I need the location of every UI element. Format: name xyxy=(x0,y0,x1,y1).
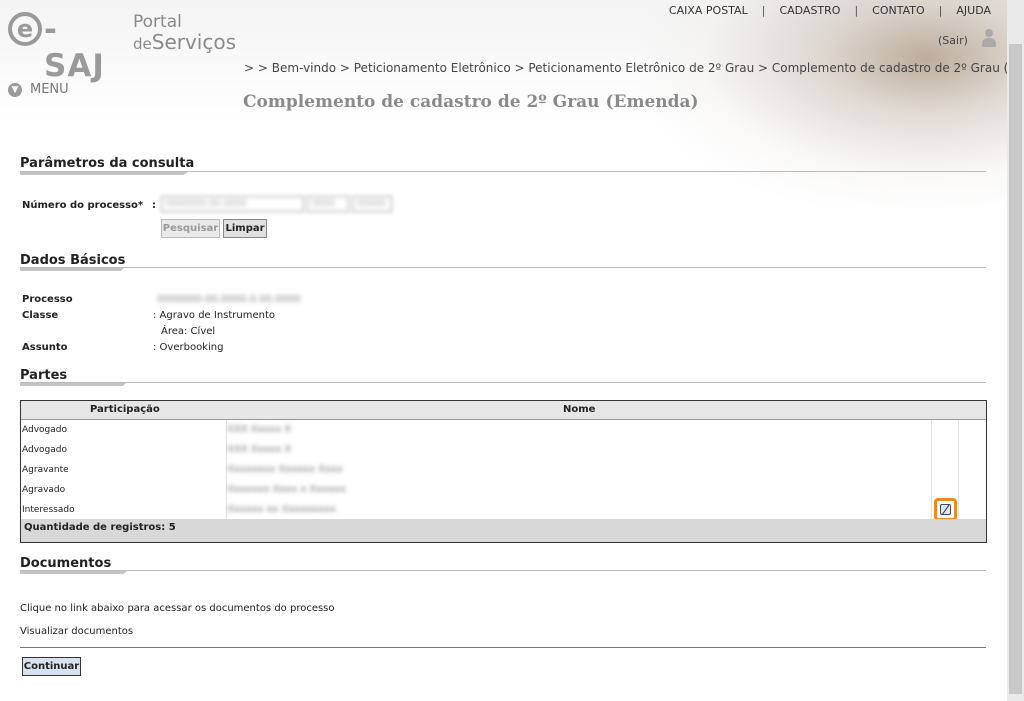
breadcrumb-peticionamento-2-grau[interactable]: > Peticionamento Eletrônico de 2º Grau xyxy=(515,61,755,75)
cell-participacao: Interessado xyxy=(22,505,75,515)
breadcrumb-current: > Complemento de cadastro de 2º Grau (Em… xyxy=(758,61,1024,75)
user-icon-body xyxy=(982,38,996,47)
breadcrumb: > > Bem-vindo > Peticionamento Eletrônic… xyxy=(244,61,1024,75)
nav-separator: | xyxy=(761,4,766,17)
cell-divider xyxy=(931,460,932,480)
page-title: Complemento de cadastro de 2º Grau (Emen… xyxy=(243,92,699,112)
table-header-row: Participação Nome xyxy=(21,401,986,420)
cell-nome: XXX Xxxxx X xyxy=(227,444,292,455)
scrollbar-thumb[interactable] xyxy=(1009,44,1022,694)
cell-nome: Xxxxxx xx Xxxxxxxxx xyxy=(227,504,336,515)
menu-label: MENU xyxy=(30,82,69,97)
footer-divider xyxy=(20,647,986,648)
cell-nome: Xxxxxxx Xxxx x Xxxxxx xyxy=(227,484,346,495)
column-header-participacao[interactable]: Participação xyxy=(90,404,160,415)
nav-cadastro[interactable]: CADASTRO xyxy=(779,4,840,17)
logo-portal: Portal xyxy=(133,12,182,32)
table-row: Advogado XXX Xxxxx X xyxy=(21,440,986,461)
nav-separator: | xyxy=(854,4,859,17)
cell-divider xyxy=(931,420,932,440)
logo-saj: -SAJ xyxy=(44,12,105,84)
table-row: Interessado Xxxxxx xx Xxxxxxxxx xyxy=(21,500,986,521)
section-divider xyxy=(20,570,986,571)
cell-nome: Xxxxxxxx Xxxxxx Xxxx xyxy=(227,464,343,475)
section-divider xyxy=(20,382,986,383)
cell-divider xyxy=(958,460,959,480)
classe-value: : Agravo de Instrumento xyxy=(153,310,276,321)
label-colon: : xyxy=(152,200,156,211)
record-count: Quantidade de registros: 5 xyxy=(24,522,176,533)
breadcrumb-bem-vindo[interactable]: > Bem-vindo xyxy=(258,61,336,75)
table-row: Agravado Xxxxxxx Xxxx x Xxxxxx xyxy=(21,480,986,501)
cell-participacao: Agravado xyxy=(22,485,66,495)
cell-divider xyxy=(931,440,932,460)
section-title-partes: Partes xyxy=(20,368,68,383)
nav-caixa-postal[interactable]: CAIXA POSTAL xyxy=(669,4,748,17)
nav-contato[interactable]: CONTATO xyxy=(872,4,924,17)
numero-processo-label: Número do processo* xyxy=(22,200,144,211)
classe-label: Classe xyxy=(22,310,59,321)
partes-table: Participação Nome Advogado XXX Xxxxx X A… xyxy=(20,400,987,543)
numero-processo-input[interactable] xyxy=(161,196,304,212)
processo-label: Processo xyxy=(22,294,73,305)
table-row: Agravante Xxxxxxxx Xxxxxx Xxxx xyxy=(21,460,986,481)
limpar-button[interactable]: Limpar xyxy=(223,219,267,238)
cell-participacao: Advogado xyxy=(22,425,67,435)
continuar-button[interactable]: Continuar xyxy=(22,657,81,676)
cell-divider xyxy=(958,440,959,460)
section-divider xyxy=(20,171,986,172)
processo-foro-input[interactable] xyxy=(352,196,392,212)
cell-participacao: Advogado xyxy=(22,445,67,455)
column-header-nome[interactable]: Nome xyxy=(563,404,595,415)
breadcrumb-peticionamento[interactable]: > Peticionamento Eletrônico xyxy=(340,61,511,75)
nav-separator: | xyxy=(938,4,943,17)
pesquisar-button[interactable]: Pesquisar xyxy=(161,219,220,238)
user-icon-head xyxy=(985,29,993,37)
section-title-parametros: Parâmetros da consulta xyxy=(20,156,195,171)
section-title-documentos: Documentos xyxy=(20,556,112,571)
edit-parte-button[interactable] xyxy=(934,498,957,521)
table-footer-row: Quantidade de registros: 5 xyxy=(21,519,986,542)
cell-divider xyxy=(931,480,932,500)
table-row: Advogado XXX Xxxxx X xyxy=(21,420,986,441)
cell-divider xyxy=(958,500,959,520)
visualizar-documentos-link[interactable]: Visualizar documentos xyxy=(20,626,133,637)
logo-e: e xyxy=(8,12,42,46)
logo-servicos-word: Serviços xyxy=(151,30,237,54)
cell-participacao: Agravante xyxy=(22,465,69,475)
logout-link[interactable]: (Sair) xyxy=(938,34,968,47)
breadcrumb-prefix: > xyxy=(244,61,255,75)
edit-icon xyxy=(940,504,951,515)
cell-divider xyxy=(931,500,932,520)
cell-divider xyxy=(958,420,959,440)
section-divider xyxy=(20,267,986,268)
menu-toggle[interactable]: ▼ MENU xyxy=(8,82,69,97)
logo-de: de xyxy=(133,35,152,53)
assunto-label: Assunto xyxy=(22,342,68,353)
chevron-down-icon: ▼ xyxy=(8,83,22,97)
area-value: Área: Cível xyxy=(161,326,216,337)
documentos-instruction: Clique no link abaixo para acessar os do… xyxy=(20,603,335,614)
user-icon[interactable] xyxy=(981,29,997,47)
nav-ajuda[interactable]: AJUDA xyxy=(956,4,991,17)
section-title-dados-basicos: Dados Básicos xyxy=(20,253,126,268)
processo-value: 0000000-00.0000.0.00.0000 xyxy=(157,294,301,305)
processo-digito-input[interactable] xyxy=(307,196,349,212)
cell-nome: XXX Xxxxx X xyxy=(227,424,292,435)
top-navigation: CAIXA POSTAL | CADASTRO | CONTATO | AJUDA xyxy=(669,4,991,17)
cell-divider xyxy=(958,480,959,500)
logo-servicos: deServiços xyxy=(133,30,236,54)
assunto-value: : Overbooking xyxy=(153,342,224,353)
